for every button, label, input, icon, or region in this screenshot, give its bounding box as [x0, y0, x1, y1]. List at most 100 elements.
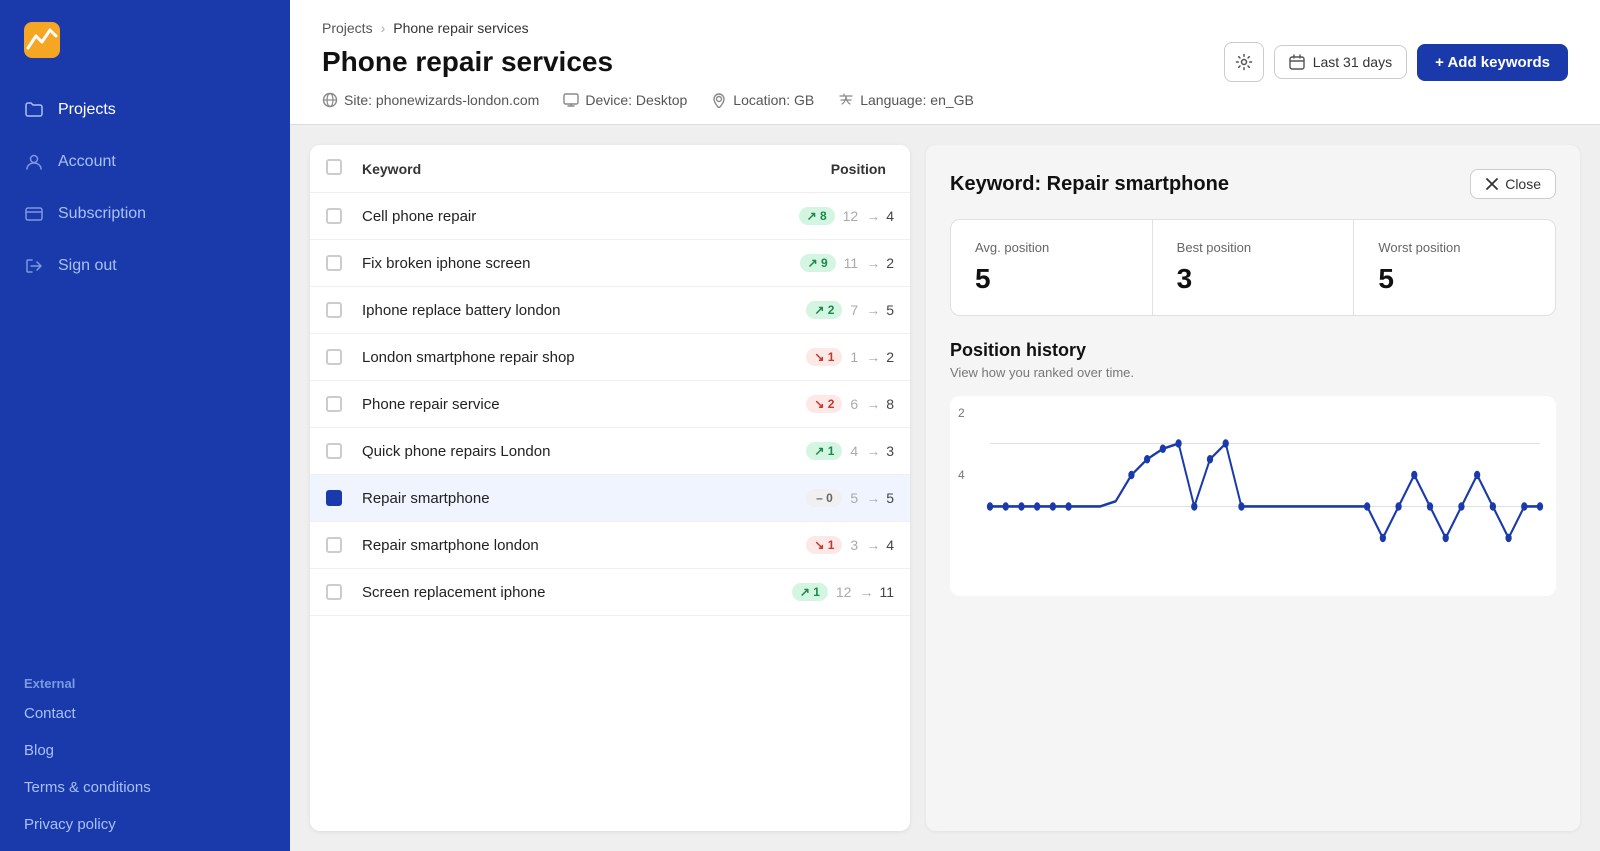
keyword-name: Phone repair service: [362, 396, 774, 413]
position-arrow: →: [866, 302, 880, 318]
position-chart: [966, 412, 1540, 580]
select-all-checkbox[interactable]: [326, 159, 342, 175]
detail-title: Keyword: Repair smartphone: [950, 173, 1229, 196]
page-title-row: Phone repair services Last 31 days: [322, 42, 1568, 82]
row-checkbox-wrapper: [326, 208, 362, 224]
row-checkbox[interactable]: [326, 443, 342, 459]
position-arrow: →: [859, 584, 873, 600]
position-history-section: Position history View how you ranked ove…: [950, 340, 1556, 596]
row-checkbox[interactable]: [326, 349, 342, 365]
content-area: Keyword Position Cell phone repair ↗ 8 1…: [290, 125, 1600, 851]
position-badge: ↘ 1: [806, 536, 842, 554]
row-checkbox[interactable]: [326, 208, 342, 224]
keyword-name: Repair smartphone london: [362, 537, 774, 554]
position-to: 11: [879, 584, 894, 600]
date-range-button[interactable]: Last 31 days: [1274, 45, 1407, 79]
detail-header: Keyword: Repair smartphone Close: [950, 169, 1556, 199]
position-to: 3: [886, 443, 894, 459]
best-label: Best position: [1177, 240, 1330, 255]
select-all-check[interactable]: [326, 159, 362, 178]
worst-label: Worst position: [1378, 240, 1531, 255]
table-row[interactable]: Phone repair service ↘ 2 6 → 8: [310, 381, 910, 428]
row-checkbox[interactable]: [326, 302, 342, 318]
table-row[interactable]: Quick phone repairs London ↗ 1 4 → 3: [310, 428, 910, 475]
table-row[interactable]: Fix broken iphone screen ↗ 9 11 → 2: [310, 240, 910, 287]
position-arrow: →: [866, 349, 880, 365]
close-icon: [1485, 177, 1499, 191]
position-to: 4: [886, 208, 894, 224]
position-badge: ↘ 1: [806, 348, 842, 366]
row-position: ↘ 1 3 → 4: [774, 536, 894, 554]
breadcrumb-separator: ›: [381, 20, 386, 36]
keyword-name: Quick phone repairs London: [362, 443, 774, 460]
calendar-icon: [1289, 54, 1305, 70]
row-position: ↗ 1 4 → 3: [774, 442, 894, 460]
folder-icon: [24, 100, 44, 120]
row-position: ↗ 8 12 → 4: [774, 207, 894, 225]
row-position: ↗ 1 12 → 11: [774, 583, 894, 601]
signout-icon: [24, 256, 44, 276]
row-checkbox-wrapper: [326, 443, 362, 459]
row-checkbox[interactable]: [326, 396, 342, 412]
row-checkbox[interactable]: [326, 490, 342, 506]
add-keywords-button[interactable]: + Add keywords: [1417, 44, 1568, 81]
table-row[interactable]: Screen replacement iphone ↗ 1 12 → 11: [310, 569, 910, 616]
position-badge: ↗ 2: [806, 301, 842, 319]
sidebar-item-projects[interactable]: Projects: [0, 84, 290, 136]
row-checkbox-wrapper: [326, 584, 362, 600]
y-label-4: 4: [958, 468, 965, 482]
stats-cards: Avg. position 5 Best position 3 Worst po…: [950, 219, 1556, 316]
header-actions: Last 31 days + Add keywords: [1224, 42, 1568, 82]
position-from: 12: [843, 208, 859, 224]
table-row[interactable]: Repair smartphone – 0 5 → 5: [310, 475, 910, 522]
settings-button[interactable]: [1224, 42, 1264, 82]
table-header: Keyword Position: [310, 145, 910, 193]
position-to: 8: [886, 396, 894, 412]
close-button[interactable]: Close: [1470, 169, 1556, 199]
meta-location: Location: GB: [711, 92, 814, 108]
sidebar-link-blog[interactable]: Blog: [24, 732, 266, 769]
row-checkbox-wrapper: [326, 490, 362, 506]
sidebar-link-contact[interactable]: Contact: [24, 695, 266, 732]
sidebar-item-signout[interactable]: Sign out: [0, 240, 290, 292]
position-from: 6: [850, 396, 858, 412]
position-badge: ↗ 8: [799, 207, 835, 225]
page-header: Projects › Phone repair services Phone r…: [290, 0, 1600, 125]
position-badge: ↘ 2: [806, 395, 842, 413]
position-arrow: →: [866, 443, 880, 459]
table-row[interactable]: London smartphone repair shop ↘ 1 1 → 2: [310, 334, 910, 381]
avg-value: 5: [975, 263, 1128, 295]
row-checkbox[interactable]: [326, 584, 342, 600]
position-arrow: →: [866, 255, 880, 271]
account-icon: [24, 152, 44, 172]
avg-label: Avg. position: [975, 240, 1128, 255]
breadcrumb-projects[interactable]: Projects: [322, 20, 373, 36]
table-row[interactable]: Iphone replace battery london ↗ 2 7 → 5: [310, 287, 910, 334]
keyword-name: Screen replacement iphone: [362, 584, 774, 601]
position-from: 1: [850, 349, 858, 365]
main-content: Projects › Phone repair services Phone r…: [290, 0, 1600, 851]
row-checkbox[interactable]: [326, 537, 342, 553]
keyword-name: Repair smartphone: [362, 490, 774, 507]
position-history-title: Position history: [950, 340, 1556, 361]
position-from: 4: [850, 443, 858, 459]
meta-language: Language: en_GB: [838, 92, 974, 108]
sidebar-item-account[interactable]: Account: [0, 136, 290, 188]
breadcrumb: Projects › Phone repair services: [322, 20, 1568, 36]
position-to: 5: [886, 490, 894, 506]
sidebar-link-privacy[interactable]: Privacy policy: [24, 806, 266, 843]
position-arrow: →: [866, 396, 880, 412]
desktop-icon: [563, 92, 579, 108]
row-checkbox-wrapper: [326, 255, 362, 271]
row-checkbox[interactable]: [326, 255, 342, 271]
table-row[interactable]: Cell phone repair ↗ 8 12 → 4: [310, 193, 910, 240]
table-row[interactable]: Repair smartphone london ↘ 1 3 → 4: [310, 522, 910, 569]
stat-best: Best position 3: [1153, 220, 1355, 315]
position-from: 12: [836, 584, 852, 600]
globe-icon: [322, 92, 338, 108]
sidebar-item-signout-label: Sign out: [58, 257, 117, 275]
stat-avg: Avg. position 5: [951, 220, 1153, 315]
sidebar-item-subscription[interactable]: Subscription: [0, 188, 290, 240]
sidebar-link-terms[interactable]: Terms & conditions: [24, 769, 266, 806]
sidebar-item-subscription-label: Subscription: [58, 205, 146, 223]
